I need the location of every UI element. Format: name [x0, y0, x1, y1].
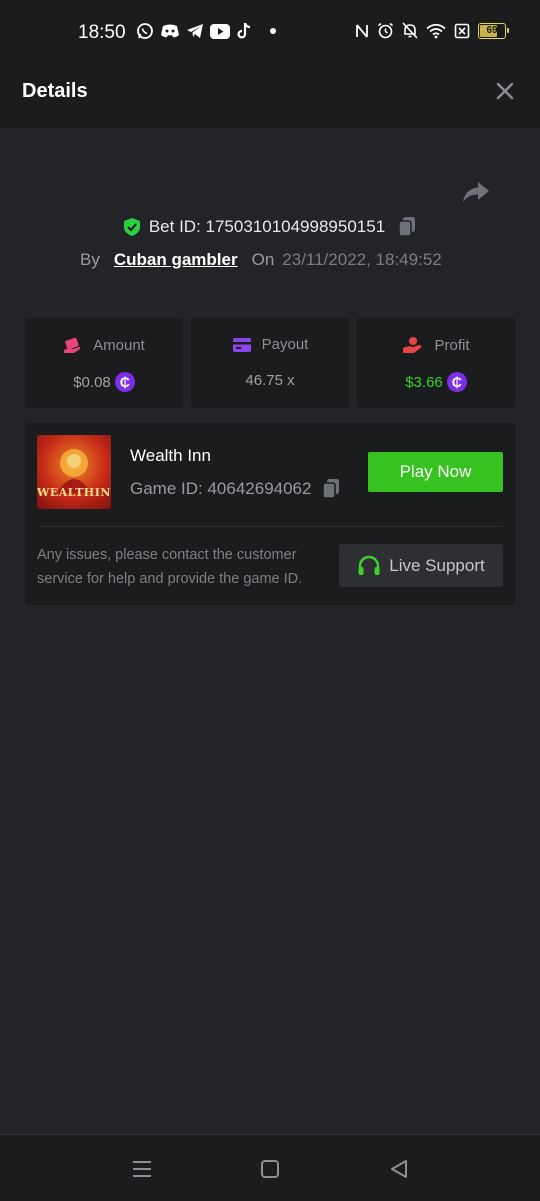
- game-card: WEALTHINN Wealth Inn Game ID: 4064269406…: [25, 423, 515, 605]
- game-thumb-text: WEALTHINN: [37, 486, 111, 499]
- whatsapp-icon: [137, 23, 153, 39]
- system-nav-bar: [0, 1134, 540, 1201]
- payout-card-icon: [232, 337, 251, 352]
- close-icon[interactable]: [494, 80, 516, 102]
- wifi-icon: [426, 23, 446, 38]
- live-support-label: Live Support: [389, 555, 485, 575]
- mute-bell-icon: [402, 22, 418, 39]
- profit-value-row: $3.66 ₵: [357, 372, 515, 392]
- amount-value: $0.08: [73, 373, 111, 391]
- amount-header: Amount: [25, 336, 183, 354]
- profit-header: Profit: [357, 336, 515, 354]
- game-id: Game ID: 40642694062: [130, 479, 312, 498]
- card-divider: [37, 526, 503, 527]
- alarm-icon: [378, 22, 393, 39]
- play-now-button[interactable]: Play Now: [368, 452, 503, 492]
- live-support-button[interactable]: Live Support: [339, 544, 503, 587]
- payout-value: 46.75 x: [245, 372, 295, 389]
- coin-icon: ₵: [446, 372, 467, 392]
- discord-icon: [161, 24, 179, 38]
- copy-bet-id-icon[interactable]: [397, 216, 417, 238]
- share-icon[interactable]: [462, 180, 490, 204]
- profit-card: Profit $3.66 ₵: [357, 318, 515, 408]
- help-text: Any issues, please contact the customer …: [37, 547, 303, 587]
- headset-icon: [358, 555, 380, 575]
- payout-card: Payout 46.75 x: [191, 318, 349, 408]
- game-name: Wealth Inn: [130, 446, 211, 465]
- amount-icon: [64, 337, 81, 353]
- recent-apps-icon[interactable]: [130, 1157, 154, 1181]
- amount-label: Amount: [93, 336, 145, 354]
- bet-date: 23/11/2022, 18:49:52: [282, 250, 442, 269]
- amount-card: Amount $0.08 ₵: [25, 318, 183, 408]
- status-system-icons: 69: [355, 22, 509, 39]
- user-link[interactable]: Cuban gambler: [114, 250, 238, 270]
- status-app-icons: [136, 22, 276, 40]
- coin-icon: ₵: [114, 372, 135, 392]
- payout-label: Payout: [261, 336, 309, 353]
- payout-header: Payout: [191, 336, 349, 353]
- home-icon[interactable]: [258, 1157, 282, 1181]
- details-header: Details: [0, 56, 540, 128]
- profit-value: $3.66: [405, 373, 443, 391]
- by-label: By: [80, 250, 100, 269]
- battery-percent: 69: [486, 25, 498, 36]
- copy-game-id-icon[interactable]: [321, 478, 341, 500]
- verified-shield-icon: [123, 218, 140, 236]
- battery-indicator: 69: [478, 22, 509, 39]
- nfc-icon: [356, 23, 368, 38]
- payout-value-row: 46.75 x: [191, 372, 349, 389]
- on-label: On: [251, 250, 275, 269]
- page-title: Details: [22, 80, 88, 102]
- profit-hand-icon: [403, 337, 422, 353]
- status-time: 18:50: [78, 22, 126, 43]
- bet-meta-row: By Cuban gambler On 23/11/2022, 18:49:52: [80, 250, 442, 270]
- bet-id-row: Bet ID: 1750310104998950151: [0, 216, 540, 238]
- amount-value-row: $0.08 ₵: [25, 372, 183, 392]
- notification-dot: [270, 28, 276, 34]
- back-icon[interactable]: [387, 1157, 411, 1181]
- telegram-icon: [187, 24, 203, 38]
- bet-id: Bet ID: 1750310104998950151: [148, 217, 386, 236]
- tiktok-icon: [237, 22, 251, 39]
- sim-off-icon: [454, 23, 470, 38]
- profit-label: Profit: [434, 336, 470, 354]
- game-id-row: Game ID: 40642694062: [130, 478, 341, 500]
- status-bar: 18:50 69: [0, 0, 540, 56]
- game-thumbnail[interactable]: WEALTHINN: [37, 435, 111, 509]
- youtube-icon: [210, 23, 230, 39]
